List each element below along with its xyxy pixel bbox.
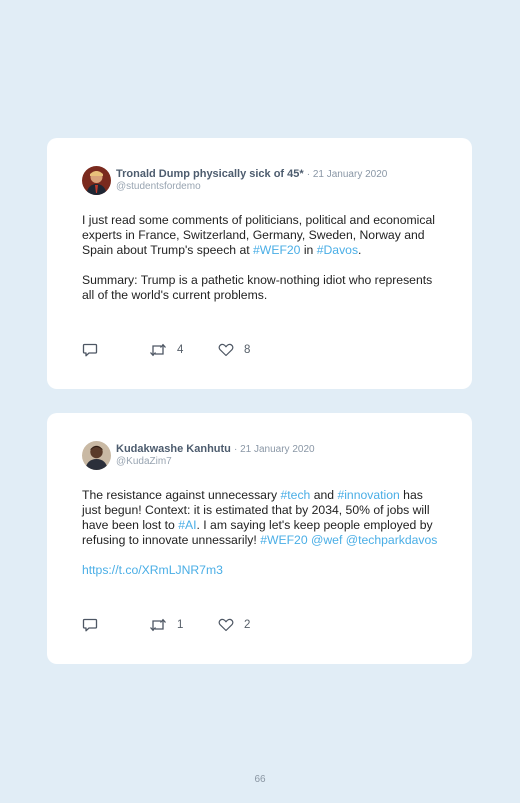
reply-button[interactable] [82,343,98,357]
tweet-text: I just read some comments of politicians… [82,213,442,318]
tweet-text-segment: The resistance against unnecessary [82,488,281,502]
retweet-icon [150,343,166,357]
tweet-link[interactable]: #AI [178,518,196,532]
page-number: 66 [254,774,266,785]
tweet-link[interactable]: #innovation [337,488,399,502]
like-count: 2 [244,619,251,631]
tweet-link[interactable]: #WEF20 [260,533,307,547]
retweet-button[interactable]: 1 [149,618,183,632]
reply-button[interactable] [82,618,98,632]
retweet-icon [150,618,166,632]
author-name[interactable]: Tronald Dump physically sick of 45* [116,168,304,180]
reply-icon [82,618,98,632]
reply-icon [82,343,98,357]
retweet-button[interactable]: 4 [149,343,183,357]
author-handle[interactable]: @studentsfordemo [116,180,201,193]
retweet-count: 1 [177,619,184,631]
tweet-link-paragraph: https://t.co/XRmLJNR7m3 [82,563,442,578]
tweet-header: Tronald Dump physically sick of 45* · 21… [82,166,452,198]
tweet-actions: 4 8 [82,343,442,363]
tweet-link[interactable]: https://t.co/XRmLJNR7m3 [82,563,223,577]
tweet-header: Kudakwashe Kanhutu · 21 January 2020 @Ku… [82,441,452,473]
tweet-link[interactable]: #WEF20 [253,243,300,257]
tweet-card: Kudakwashe Kanhutu · 21 January 2020 @Ku… [47,413,472,664]
author-name[interactable]: Kudakwashe Kanhutu [116,443,231,455]
tweet-text-segment: in [300,243,317,257]
tweet-text-segment: Summary: Trump is a pathetic know-nothin… [82,273,433,302]
heart-icon [218,343,234,357]
tweet-link[interactable]: @wef [311,533,342,547]
tweet-text-segment: and [310,488,338,502]
tweet-link[interactable]: #tech [281,488,311,502]
tweet-text: The resistance against unnecessary #tech… [82,488,442,593]
tweet-link[interactable]: @techparkdavos [346,533,438,547]
like-count: 8 [244,344,251,356]
tweet-paragraph: The resistance against unnecessary #tech… [82,488,442,548]
tweet-text-segment: . [358,243,362,257]
tweet-date: · 21 January 2020 [233,444,315,455]
tweet-actions: 1 2 [82,618,442,638]
author-handle[interactable]: @KudaZim7 [116,455,172,468]
tweet-paragraph: I just read some comments of politicians… [82,213,442,258]
tweet-link[interactable]: #Davos [317,243,358,257]
tweet-date: · 21 January 2020 [306,169,388,180]
tweet-paragraph: Summary: Trump is a pathetic know-nothin… [82,273,442,303]
retweet-count: 4 [177,344,184,356]
heart-icon [218,618,234,632]
avatar[interactable] [82,441,111,470]
avatar[interactable] [82,166,111,195]
tweet-card: Tronald Dump physically sick of 45* · 21… [47,138,472,389]
like-button[interactable]: 8 [218,343,250,357]
like-button[interactable]: 2 [218,618,250,632]
